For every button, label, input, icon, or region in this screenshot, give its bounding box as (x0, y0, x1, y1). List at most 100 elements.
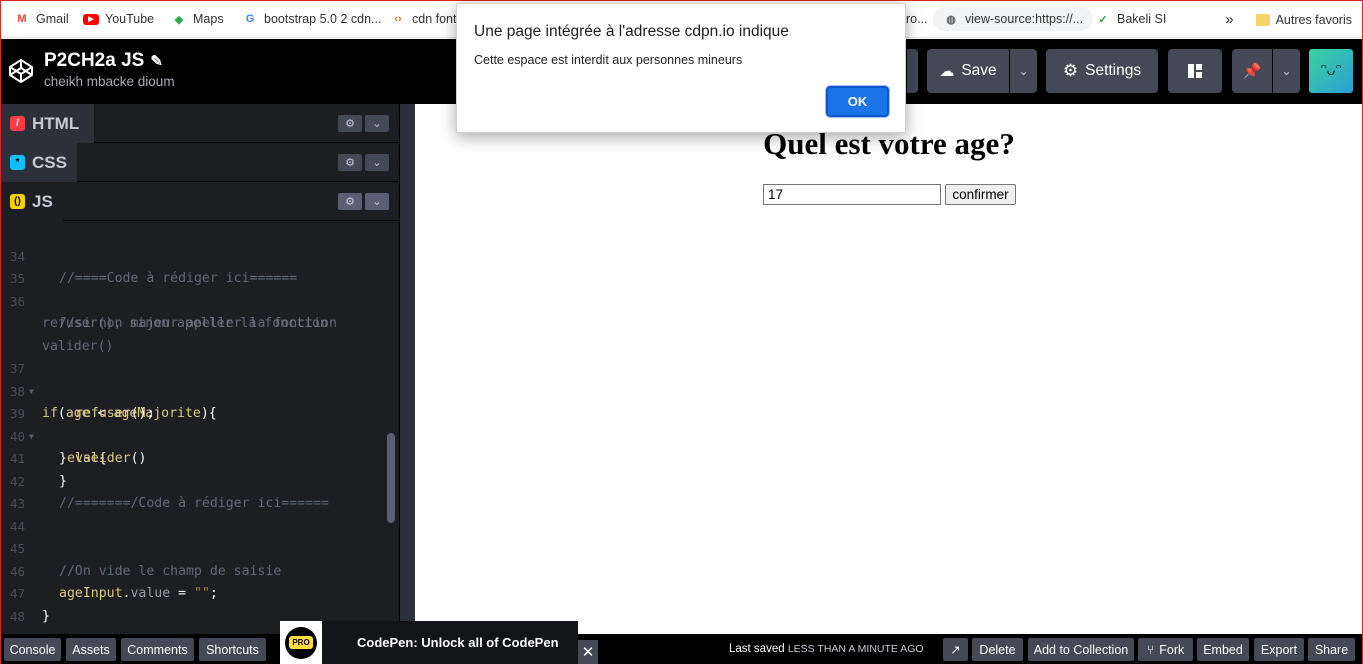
shortcuts-button[interactable]: Shortcuts (199, 638, 266, 661)
export-button[interactable]: Export (1254, 638, 1304, 661)
age-input[interactable] (763, 184, 941, 205)
chevron-down-icon: ⌄ (1281, 64, 1292, 78)
tab-html[interactable]: / HTML (1, 104, 94, 143)
cloud-icon: ☁ (939, 63, 955, 80)
avatar[interactable]: ᵔᴗᵔ (1309, 49, 1353, 93)
js-panel-header: () JS ⚙ ⌄ (1, 182, 399, 221)
tab-label: CSS (32, 152, 67, 172)
pro-logo-icon: PRO (285, 626, 317, 659)
console-button[interactable]: Console (4, 638, 61, 661)
google-icon: G (245, 13, 255, 25)
html-panel-controls: ⚙ ⌄ (338, 115, 389, 132)
pen-title[interactable]: P2CH2a JS ✎ (44, 50, 163, 72)
open-external-button[interactable]: ↗ (943, 638, 968, 661)
settings-button[interactable]: ⚙ Settings (1046, 49, 1158, 93)
html-icon: / (10, 116, 25, 131)
code-line: 38 refuser(); (1, 358, 387, 422)
bookmark-label: view-source:https://... (965, 12, 1084, 26)
js-code-editor[interactable]: 34 //====Code à rédiger ici====== 35 36 … (1, 223, 399, 646)
js-icon: () (10, 194, 25, 209)
chevron-down-icon[interactable]: ⌄ (365, 154, 389, 171)
bookmark-cdn-font[interactable]: ‹› cdn font (381, 11, 465, 27)
bookmark-label: ro... (906, 12, 928, 26)
bookmark-label: Bakeli SI (1117, 12, 1167, 26)
code-line: valider() (1, 313, 387, 354)
other-bookmarks[interactable]: Autres favoris (1276, 13, 1352, 27)
save-button[interactable]: ☁ Save (927, 49, 1009, 93)
ok-button[interactable]: OK (825, 85, 890, 118)
bookmark-gmail[interactable]: M Gmail (5, 11, 78, 27)
css-panel-controls: ⚙ ⌄ (338, 154, 389, 171)
bookmark-youtube[interactable]: ▶ YouTube (74, 11, 163, 27)
pro-label: PRO (289, 636, 313, 649)
js-panel-controls: ⚙ ⌄ (338, 193, 389, 210)
tab-label: HTML (32, 113, 80, 133)
pin-button[interactable]: 📌 (1232, 49, 1272, 93)
assets-button[interactable]: Assets (66, 638, 116, 661)
chevron-down-icon: ⌄ (1018, 64, 1029, 78)
fork-button[interactable]: ⑂ Fork (1138, 638, 1193, 661)
delete-button[interactable]: Delete (972, 638, 1023, 661)
pen-author[interactable]: cheikh mbacke dioum (44, 74, 175, 89)
save-dropdown-button[interactable]: ⌄ (1010, 49, 1037, 93)
pin-icon: 📌 (1242, 63, 1262, 80)
code-line: 36 //si non majeur apeller la fonction (1, 268, 387, 332)
bookmark-label: cdn font (412, 12, 457, 26)
close-icon[interactable]: ✕ (578, 640, 598, 664)
css-icon: * (10, 155, 25, 170)
youtube-icon: ▶ (83, 11, 99, 27)
gear-icon: ⚙ (1062, 61, 1079, 80)
add-to-collection-button[interactable]: Add to Collection (1028, 638, 1134, 661)
gear-icon[interactable]: ⚙ (338, 115, 362, 132)
dialog-message: Cette espace est interdit aux personnes … (474, 53, 743, 67)
maps-icon: ◆ (174, 13, 184, 26)
tab-js[interactable]: () JS (1, 182, 63, 221)
gear-icon[interactable]: ⚙ (338, 154, 362, 171)
fork-icon: ⑂ (1146, 642, 1155, 657)
confirm-button[interactable]: confirmer (945, 184, 1016, 205)
avatar-face-icon: ᵔᴗᵔ (1320, 62, 1342, 79)
comments-button[interactable]: Comments (121, 638, 194, 661)
bookmark-view-source[interactable]: ◍ view-source:https://... (933, 7, 1094, 31)
bookmark-label: Gmail (36, 12, 69, 26)
share-button[interactable]: Share (1308, 638, 1355, 661)
code-line: 46 ageInput.value = ""; (1, 538, 387, 602)
run-button-partial[interactable] (907, 49, 918, 93)
editor-resize-handle[interactable] (399, 104, 415, 634)
bookmark-label: YouTube (105, 12, 155, 26)
pencil-icon[interactable]: ✎ (150, 52, 163, 70)
chevron-down-icon[interactable]: ⌄ (365, 193, 389, 210)
saved-prefix: Last saved (729, 643, 785, 655)
fork-label: Fork (1159, 642, 1185, 657)
folder-icon (1255, 13, 1270, 26)
code-line: 44 (1, 493, 387, 534)
chevron-down-icon[interactable]: ⌄ (365, 115, 389, 132)
pin-dropdown-button[interactable]: ⌄ (1273, 49, 1300, 93)
codepen-logo-icon[interactable] (7, 57, 35, 85)
more-bookmarks-button[interactable]: » (1225, 11, 1233, 28)
embed-button[interactable]: Embed (1197, 638, 1249, 661)
footer-bar: Console Assets Comments Shortcuts PRO Co… (1, 621, 1362, 664)
css-panel-header: * CSS ⚙ ⌄ (1, 143, 399, 182)
save-label: Save (961, 62, 997, 79)
code-line: 47 } (1, 561, 387, 624)
layout-button[interactable] (1168, 49, 1222, 93)
bakeli-icon: ✓ (1098, 13, 1108, 26)
editor-scrollbar[interactable] (387, 433, 395, 523)
bookmark-bakeli[interactable]: ✓ Bakeli SI (1086, 11, 1175, 27)
gear-icon[interactable]: ⚙ (338, 193, 362, 210)
alert-dialog: Une page intégrée à l'adresse cdpn.io in… (456, 3, 906, 133)
code-line: refuser(), sinon apeller la fonction (1, 291, 387, 331)
code-line: 37 ▼ if(age < ageMajorite){ (1, 336, 387, 421)
bookmarks-right: » Autres favoris (1225, 1, 1352, 38)
settings-label: Settings (1085, 62, 1142, 79)
bookmark-bootstrap[interactable]: G bootstrap 5.0 2 cdn... (233, 11, 390, 27)
bookmark-label: Maps (193, 12, 224, 26)
bookmark-maps[interactable]: ◆ Maps (162, 11, 233, 27)
tab-label: JS (32, 191, 53, 211)
code-line: 42 //=======/Code à rédiger ici====== (1, 448, 387, 512)
tab-css[interactable]: * CSS (1, 143, 77, 182)
pro-promo-banner[interactable]: PRO CodePen: Unlock all of CodePen (280, 621, 578, 664)
code-line: 41 } (1, 426, 387, 489)
code-line: 34 //====Code à rédiger ici====== (1, 223, 387, 287)
